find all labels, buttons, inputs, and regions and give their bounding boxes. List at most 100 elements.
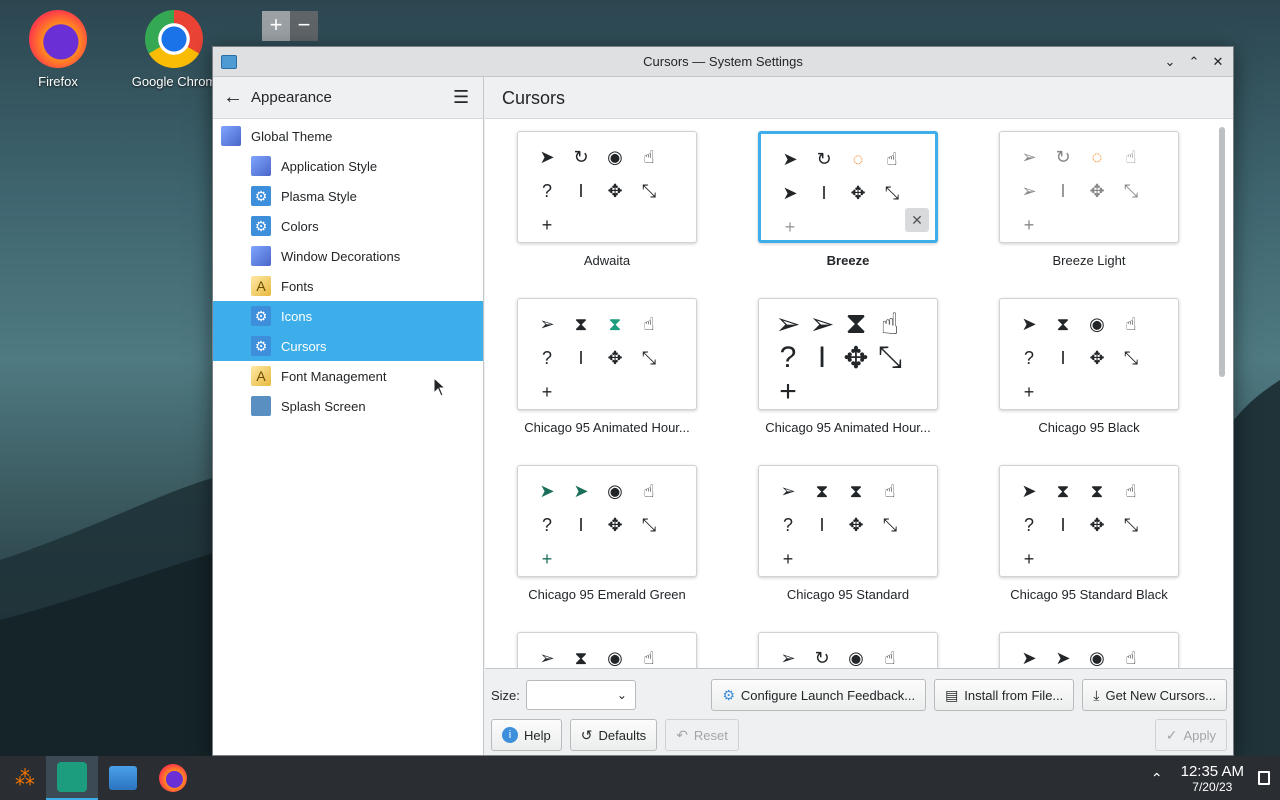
sidebar-item-window-decorations[interactable]: Window Decorations <box>213 241 483 271</box>
gear-icon: ⚙ <box>251 306 271 326</box>
button-label: Help <box>524 727 551 743</box>
hand-cursor-icon: ☝ <box>884 480 896 501</box>
busy-cursor-icon: ↻ <box>1055 146 1071 167</box>
crosshair-cursor-icon: + <box>1023 214 1035 235</box>
wait-cursor-icon: ◉ <box>607 146 623 167</box>
sidebar-item-cursors[interactable]: ⚙ Cursors <box>213 331 483 361</box>
cursor-preview: ➤ ➤ ◉ ☝ <box>999 632 1179 668</box>
launcher-icon: ⁂ <box>15 767 35 790</box>
cursor-theme-tile-chicago-95-black[interactable]: ➤ ⧗ ◉ ☝ ? I ✥ ⤡ + Chicago 95 Black <box>999 298 1179 435</box>
hand-cursor-icon: ☝ <box>1125 480 1137 501</box>
cursor-theme-tile-chicago-95-standard[interactable]: ➢ ⧗ ⧗ ☝ ? I ✥ ⤡ + Chicago 95 Standard <box>758 465 938 602</box>
minimize-button[interactable]: ⌄ <box>1161 53 1179 71</box>
wait-cursor-icon: ⧗ <box>849 480 863 501</box>
sidebar-header: ← Appearance ☰ <box>213 77 483 119</box>
sidebar-item-icons[interactable]: ⚙ Icons <box>213 301 483 331</box>
cursor-preview: ➢ ⧗ ◉ ☝ <box>517 632 697 668</box>
hand-cursor-icon: ☝ <box>886 148 898 169</box>
show-desktop-icon[interactable] <box>1258 771 1270 785</box>
arrow-cursor-icon: ➤ <box>539 480 555 501</box>
cursor-theme-tile-breeze[interactable]: ➤ ↻ ◌ ☝ ➤ I ✥ ⤡ + ✕ Breeze <box>758 131 938 268</box>
cursor-theme-tile-partial[interactable]: ➢ ⧗ ◉ ☝ <box>517 632 697 668</box>
cursor-theme-tile-chicago-95-standard-black[interactable]: ➤ ⧗ ⧗ ☝ ? I ✥ ⤡ + Chicago 95 Standard Black <box>999 465 1179 602</box>
download-icon: ⤓ <box>1093 686 1100 703</box>
app-launcher-button[interactable]: ⁂ <box>0 756 50 800</box>
cursor-theme-tile-adwaita[interactable]: ➤ ↻ ◉ ☝ ? I ✥ ⤡ + Adwaita <box>517 131 697 268</box>
font-icon: A <box>251 276 271 296</box>
cursor-theme-tile-partial[interactable]: ➢ ↻ ◉ ☝ <box>758 632 938 668</box>
help-button[interactable]: i Help <box>491 719 562 751</box>
monitor-icon <box>251 246 271 266</box>
cursor-preview: ➤ ↻ ◉ ☝ ? I ✥ ⤡ + <box>517 131 697 243</box>
hamburger-menu-icon[interactable]: ☰ <box>453 87 473 108</box>
monitor-icon <box>221 126 241 146</box>
desktop-firefox[interactable]: Firefox <box>8 10 108 89</box>
cursor-theme-label: Chicago 95 Emerald Green <box>528 587 686 602</box>
sidebar-item-colors[interactable]: ⚙ Colors <box>213 211 483 241</box>
cursor-theme-tile-chicago-95-animated-1[interactable]: ➢ ⧗ ⧗ ☝ ? I ✥ ⤡ + Chicago 95 Animated Hour... <box>517 298 697 435</box>
taskbar-system-settings[interactable] <box>46 756 98 800</box>
busy-cursor-icon: ⧗ <box>1056 480 1070 501</box>
chevron-down-icon: ⌄ <box>616 688 627 702</box>
sidebar-item-label: Font Management <box>281 368 387 384</box>
back-arrow-icon[interactable]: ← <box>223 86 247 109</box>
desktop-chrome[interactable]: Google Chrom <box>124 10 224 89</box>
zoom-out-button[interactable]: − <box>290 11 318 41</box>
get-new-cursors-button[interactable]: ⤓ Get New Cursors... <box>1082 679 1227 711</box>
wait-cursor-icon: ◉ <box>848 647 864 668</box>
wait-cursor-icon: ◌ <box>1091 146 1103 167</box>
arrow-cursor-icon: ➢ <box>1021 146 1037 167</box>
cursor-preview: ➢ ↻ ◉ ☝ <box>758 632 938 668</box>
clock[interactable]: 12:35 AM 7/20/23 <box>1181 763 1244 794</box>
cursor-theme-tile-chicago-95-animated-2[interactable]: ➢ ➢ ⧗ ☝ ? I ✥ ⤡ + Chicago 95 Animated Hour... <box>758 298 938 435</box>
font-icon: A <box>251 366 271 386</box>
install-from-file-button[interactable]: ▤ Install from File... <box>934 679 1075 711</box>
sidebar-item-global-theme[interactable]: Global Theme <box>213 121 483 151</box>
remove-theme-button[interactable]: ✕ <box>905 208 929 232</box>
crosshair-cursor-icon: + <box>784 216 796 237</box>
cursor-theme-tile-breeze-light[interactable]: ➢ ↻ ◌ ☝ ➢ I ✥ ⤡ + Breeze Light <box>999 131 1179 268</box>
help-cursor-icon: ? <box>779 341 797 374</box>
chrome-icon <box>145 10 203 68</box>
titlebar[interactable]: Cursors — System Settings ⌄ ⌃ ✕ <box>213 47 1233 77</box>
clock-time: 12:35 AM <box>1180 762 1244 780</box>
text-cursor-icon: I <box>578 180 584 201</box>
configure-launch-feedback-button[interactable]: ⚙ Configure Launch Feedback... <box>711 679 927 711</box>
hand-cursor-icon: ☝ <box>880 307 900 341</box>
maximize-button[interactable]: ⌃ <box>1185 53 1203 71</box>
cursor-preview: ➢ ➢ ⧗ ☝ ? I ✥ ⤡ + <box>758 298 938 410</box>
defaults-button[interactable]: ↺ Defaults <box>569 719 658 751</box>
busy-cursor-icon: ↻ <box>814 647 830 668</box>
scrollbar[interactable] <box>1219 127 1225 377</box>
resize-cursor-icon: ⤡ <box>1123 180 1139 201</box>
help-cursor-icon: ? <box>1023 347 1034 368</box>
sidebar-item-label: Colors <box>281 218 319 234</box>
cursor-theme-tile-chicago-95-emerald-green[interactable]: ➤ ➤ ◉ ☝ ? I ✥ ⤡ + Chicago 95 Emerald Green <box>517 465 697 602</box>
help-cursor-icon: ? <box>541 347 552 368</box>
busy-cursor-icon: ⧗ <box>1056 313 1070 334</box>
zoom-in-button[interactable]: + <box>262 11 290 41</box>
sidebar-item-plasma-style[interactable]: ⚙ Plasma Style <box>213 181 483 211</box>
taskbar-file-manager[interactable] <box>98 756 148 800</box>
size-select[interactable]: ⌄ <box>525 680 636 710</box>
resize-cursor-icon: ⤡ <box>641 347 657 368</box>
reset-button[interactable]: ↶ Reset <box>665 719 739 751</box>
sidebar-item-fonts[interactable]: A Fonts <box>213 271 483 301</box>
system-tray: ⌃ 12:35 AM 7/20/23 <box>1151 756 1280 800</box>
button-label: Defaults <box>598 727 647 743</box>
close-button[interactable]: ✕ <box>1209 53 1227 71</box>
splash-screen-icon <box>251 396 271 416</box>
text-cursor-icon: I <box>821 182 827 203</box>
sidebar-item-label: Fonts <box>281 278 314 294</box>
size-label: Size: <box>491 687 520 703</box>
busy-cursor-icon: ➢ <box>809 307 835 341</box>
desktop-icon-label: Google Chrom <box>131 74 217 89</box>
taskbar-firefox[interactable] <box>148 756 198 800</box>
sidebar-item-application-style[interactable]: Application Style <box>213 151 483 181</box>
sidebar-title: Appearance <box>251 89 332 106</box>
busy-cursor-icon: ⧗ <box>815 480 829 501</box>
help-cursor-icon: ➢ <box>1021 180 1037 201</box>
cursor-theme-tile-partial[interactable]: ➤ ➤ ◉ ☝ <box>999 632 1179 668</box>
apply-button[interactable]: ✓ Apply <box>1154 719 1227 751</box>
tray-expand-icon[interactable]: ⌃ <box>1151 770 1163 787</box>
